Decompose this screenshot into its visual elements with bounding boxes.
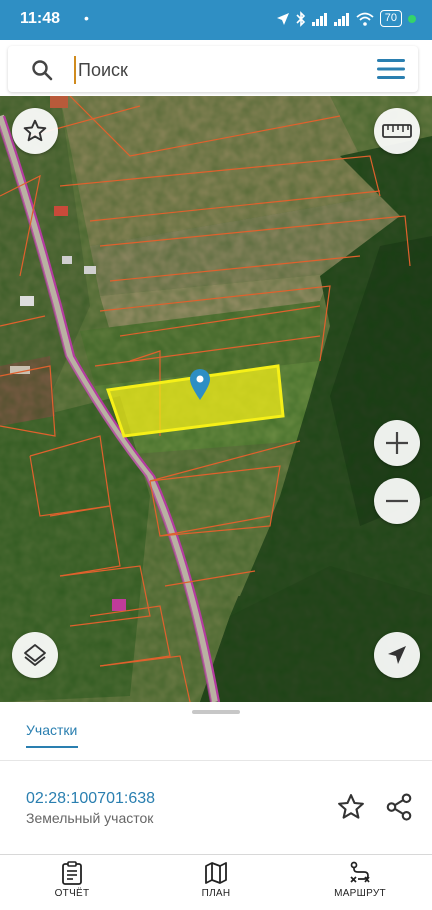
- privacy-dot: [408, 14, 416, 23]
- star-icon[interactable]: [336, 792, 366, 822]
- nav-route-label: МАРШРУТ: [334, 888, 386, 899]
- tab-indicator: [26, 746, 78, 748]
- signal-icon: [311, 12, 327, 26]
- nav-route[interactable]: МАРШРУТ: [305, 861, 415, 899]
- ruler-icon: [382, 124, 412, 138]
- nav-plan-label: ПЛАН: [201, 888, 231, 899]
- parcel-cadastral-number[interactable]: 02:28:100701:638: [26, 790, 155, 808]
- search-input[interactable]: [74, 56, 354, 84]
- map-imagery[interactable]: [0, 96, 432, 702]
- status-icons: 70: [276, 10, 416, 27]
- route-icon: [350, 861, 370, 883]
- my-location-button[interactable]: [374, 632, 420, 678]
- location-icon: [276, 12, 289, 25]
- star-icon: [23, 119, 47, 142]
- clipboard-icon: [62, 861, 82, 885]
- map-icon: [205, 862, 227, 884]
- menu-icon[interactable]: [376, 57, 406, 81]
- tab-parcels[interactable]: Участки: [26, 722, 77, 738]
- share-icon[interactable]: [384, 792, 414, 822]
- nav-report[interactable]: ОТЧЁТ: [17, 861, 127, 899]
- search-icon[interactable]: [30, 58, 54, 82]
- status-bar: 11:48 • 70: [0, 0, 432, 40]
- battery-icon: 70: [379, 10, 402, 27]
- bottom-navigation: ОТЧЁТ ПЛАН МАРШРУТ: [0, 854, 432, 910]
- notification-dot: •: [84, 10, 89, 26]
- layers-button[interactable]: [12, 632, 58, 678]
- favorite-map-button[interactable]: [12, 108, 58, 154]
- bluetooth-icon: [296, 10, 305, 27]
- satellite-map[interactable]: [0, 96, 432, 702]
- navigate-icon: [388, 646, 406, 664]
- zoom-in-icon: [386, 432, 408, 454]
- nav-report-label: ОТЧЁТ: [54, 888, 90, 899]
- zoom-out-button[interactable]: [374, 478, 420, 524]
- divider: [0, 760, 432, 761]
- search-box: [8, 46, 418, 92]
- zoom-out-icon: [386, 499, 408, 503]
- search-bar: [0, 40, 432, 96]
- wifi-icon: [356, 12, 374, 26]
- parcel-type: Земельный участок: [26, 810, 154, 826]
- signal-icon: [333, 12, 349, 26]
- drag-handle[interactable]: [192, 710, 240, 714]
- ruler-button[interactable]: [374, 108, 420, 154]
- bottom-sheet: Участки 02:28:100701:638 Земельный участ…: [0, 702, 432, 854]
- zoom-in-button[interactable]: [374, 420, 420, 466]
- layers-icon: [24, 644, 46, 666]
- status-time: 11:48: [20, 10, 61, 27]
- nav-plan[interactable]: ПЛАН: [161, 861, 271, 899]
